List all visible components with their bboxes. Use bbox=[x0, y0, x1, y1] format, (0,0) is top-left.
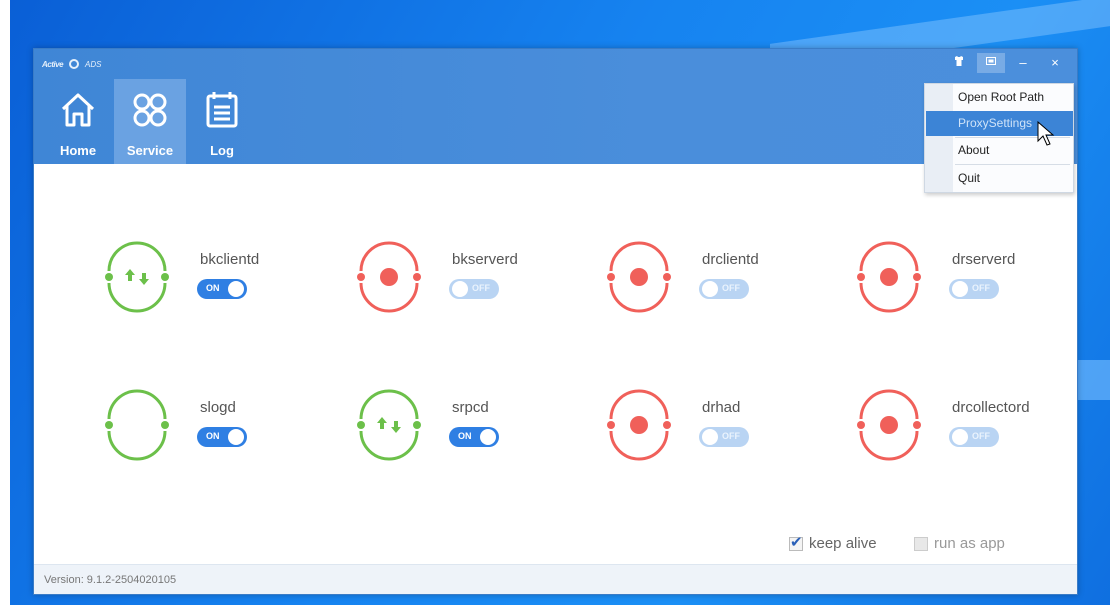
service-name: drclientd bbox=[702, 251, 759, 268]
toggle-knob bbox=[452, 281, 468, 297]
title-bar: Active ADS – × Home Service Log bbox=[34, 49, 1077, 164]
status-bar: Version: 9.1.2-2504020105 bbox=[34, 564, 1077, 594]
service-status-icon bbox=[105, 241, 169, 313]
service-status-icon bbox=[105, 389, 169, 461]
service-toggle[interactable]: ON bbox=[197, 427, 247, 447]
toggle-knob bbox=[952, 281, 968, 297]
nav-service[interactable]: Service bbox=[114, 79, 186, 164]
close-button[interactable]: × bbox=[1041, 53, 1069, 73]
keep-alive-option[interactable]: keep alive bbox=[789, 533, 877, 552]
service-drhad: drhad OFF bbox=[599, 385, 819, 475]
nav-service-label: Service bbox=[126, 143, 174, 158]
toggle-state-label: OFF bbox=[722, 283, 740, 293]
service-slogd: slogd ON bbox=[97, 385, 317, 475]
shirt-icon[interactable] bbox=[945, 53, 973, 73]
toggle-state-label: OFF bbox=[972, 431, 990, 441]
toggle-state-label: OFF bbox=[972, 283, 990, 293]
mouse-cursor-icon bbox=[1037, 121, 1055, 146]
toggle-knob bbox=[952, 429, 968, 445]
minimize-button[interactable]: – bbox=[1009, 53, 1037, 73]
main-nav: Home Service Log bbox=[42, 79, 258, 164]
service-name: drhad bbox=[702, 399, 741, 416]
run-as-app-checkbox[interactable] bbox=[914, 536, 928, 551]
nav-home-label: Home bbox=[59, 143, 97, 158]
run-as-app-option[interactable]: run as app bbox=[914, 535, 1005, 552]
logo-badge-icon bbox=[69, 59, 80, 69]
toggle-knob bbox=[480, 429, 496, 445]
window-controls: – × bbox=[945, 53, 1069, 73]
grid-icon bbox=[133, 93, 167, 127]
keep-alive-checkbox[interactable] bbox=[789, 533, 803, 551]
service-name: slogd bbox=[200, 399, 236, 416]
logo-subtext: ADS bbox=[85, 59, 102, 69]
service-status-icon bbox=[607, 389, 671, 461]
service-drclientd: drclientd OFF bbox=[599, 237, 819, 327]
keep-alive-label: keep alive bbox=[809, 535, 877, 552]
log-icon bbox=[206, 92, 238, 128]
nav-log-label: Log bbox=[210, 143, 234, 158]
menu-separator bbox=[955, 164, 1070, 165]
service-status-icon bbox=[357, 241, 421, 313]
service-name: drcollectord bbox=[952, 399, 1030, 416]
nav-home[interactable]: Home bbox=[42, 79, 114, 164]
toggle-knob bbox=[702, 281, 718, 297]
service-toggle[interactable]: OFF bbox=[699, 427, 749, 447]
toggle-state-label: OFF bbox=[472, 283, 490, 293]
service-toggle[interactable]: OFF bbox=[449, 279, 499, 299]
toggle-state-label: ON bbox=[206, 283, 220, 293]
service-srpcd: srpcd ON bbox=[349, 385, 569, 475]
service-status-icon bbox=[857, 389, 921, 461]
logo-text: Active bbox=[42, 59, 64, 69]
services-panel: bkclientd ON bkserverd OFF drclientd OFF drser… bbox=[34, 164, 1077, 564]
home-icon bbox=[61, 93, 95, 127]
service-name: srpcd bbox=[452, 399, 489, 416]
service-drcollectord: drcollectord OFF bbox=[849, 385, 1069, 475]
version-text: Version: 9.1.2-2504020105 bbox=[44, 574, 177, 586]
service-status-icon bbox=[607, 241, 671, 313]
menu-item-quit[interactable]: Quit bbox=[926, 166, 1073, 191]
service-status-icon bbox=[357, 389, 421, 461]
app-window: Active ADS – × Home Service Log bkclient… bbox=[33, 48, 1078, 595]
toggle-knob bbox=[228, 429, 244, 445]
service-status-icon bbox=[857, 241, 921, 313]
service-toggle[interactable]: ON bbox=[197, 279, 247, 299]
service-toggle[interactable]: OFF bbox=[949, 279, 999, 299]
toggle-state-label: ON bbox=[458, 431, 472, 441]
app-logo: Active ADS bbox=[42, 57, 101, 71]
run-as-app-label: run as app bbox=[934, 535, 1005, 552]
toggle-knob bbox=[228, 281, 244, 297]
service-bkserverd: bkserverd OFF bbox=[349, 237, 569, 327]
service-name: bkclientd bbox=[200, 251, 260, 268]
menu-item-open-root-path[interactable]: Open Root Path bbox=[926, 85, 1073, 110]
service-toggle[interactable]: OFF bbox=[699, 279, 749, 299]
service-toggle[interactable]: OFF bbox=[949, 427, 999, 447]
service-drserverd: drserverd OFF bbox=[849, 237, 1069, 327]
toggle-state-label: OFF bbox=[722, 431, 740, 441]
service-bkclientd: bkclientd ON bbox=[97, 237, 317, 327]
nav-log[interactable]: Log bbox=[186, 79, 258, 164]
service-toggle[interactable]: ON bbox=[449, 427, 499, 447]
service-name: bkserverd bbox=[452, 251, 518, 268]
toggle-state-label: ON bbox=[206, 431, 220, 441]
service-name: drserverd bbox=[952, 251, 1016, 268]
maximize-icon[interactable] bbox=[977, 53, 1005, 73]
toggle-knob bbox=[702, 429, 718, 445]
